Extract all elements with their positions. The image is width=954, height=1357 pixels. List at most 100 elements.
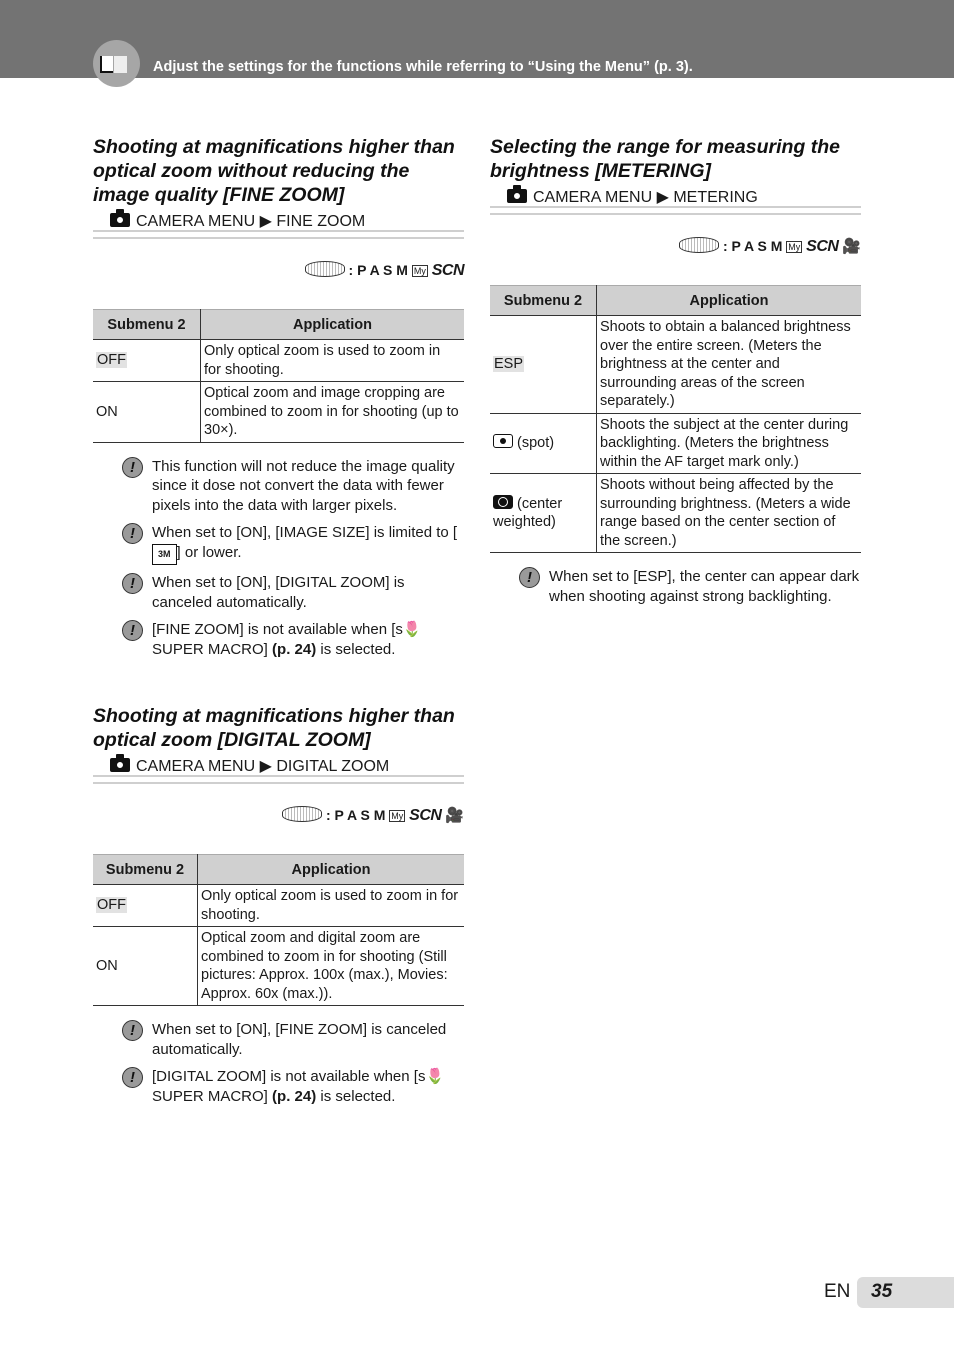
note-text: ] or lower. [176, 543, 242, 561]
divider [490, 206, 861, 215]
note-text: is selected. [320, 640, 396, 658]
arrow-right-icon: ▶ [656, 189, 669, 206]
caution-icon: ! [122, 1067, 143, 1088]
note-text: [FINE ZOOM] is not available when [ [152, 621, 396, 638]
table-row: OFF Only optical zoom is used to zoom in … [93, 884, 464, 927]
note-text: When set to [ON], [IMAGE SIZE] is limite… [152, 524, 458, 541]
scn-icon: SCN [409, 807, 442, 824]
note-item: ! When set to [ON], [IMAGE SIZE] is limit… [122, 523, 464, 565]
submenu-value: (spot) [517, 435, 555, 451]
path-menu: CAMERA MENU [136, 758, 256, 775]
menu-path: CAMERA MENU ▶ DIGITAL ZOOM [93, 754, 464, 784]
header-submenu: Submenu 2 [490, 285, 597, 316]
mode-letters: P A S M [334, 807, 386, 823]
camera-icon [507, 185, 527, 203]
section-title: Shooting at magnifications higher than o… [93, 705, 455, 751]
submenu-table: Submenu 2 Application OFF Only optical zoo… [93, 309, 464, 443]
note-text: When set to [ESP], the center can appear… [549, 568, 860, 605]
mode-availability: : P A S M My SCN [93, 261, 465, 285]
table-row: OFF Only optical zoom is used to zoom in … [93, 339, 464, 382]
application-value: Shoots without being affected by the sur… [596, 473, 861, 553]
scn-icon: SCN [806, 238, 839, 255]
path-item: METERING [673, 189, 758, 206]
table-row: ESP Shoots to obtain a balanced brightnes… [490, 315, 861, 414]
spot-metering-icon [493, 434, 513, 448]
section-title: Selecting the range for measuring the br… [490, 136, 840, 182]
page-ref: (p. 24) [272, 1087, 317, 1105]
movie-icon: 🎥 [842, 238, 861, 255]
header-submenu: Submenu 2 [93, 854, 198, 885]
mode-dial-icon [304, 261, 345, 277]
submenu-table: Submenu 2 Application ESP Shoots to obtain… [490, 285, 861, 553]
path-menu: CAMERA MENU [136, 213, 256, 230]
mode-availability: : P A S M My SCN 🎥 [93, 806, 464, 830]
fine-zoom-section: Shooting at magnifications higher than o… [93, 135, 465, 667]
note-item: ! [DIGITAL ZOOM] is not available when [s… [122, 1067, 464, 1106]
book-icon [93, 40, 140, 87]
mode-letters: P A S M [357, 262, 408, 278]
page-number-box: 35 [857, 1277, 954, 1308]
submenu-value: ON [93, 926, 198, 1006]
submenu-value: OFF [96, 897, 127, 914]
header-submenu: Submenu 2 [93, 309, 201, 340]
note-text: [DIGITAL ZOOM] is not available when [ [152, 1068, 418, 1085]
table-row: (spot) Shoots the subject at the center d… [490, 413, 861, 474]
application-value: Only optical zoom is used to zoom in for… [200, 339, 464, 382]
notes-list: ! This function will not reduce the image… [122, 456, 464, 660]
page-number: 35 [871, 1281, 893, 1302]
mode-availability: : P A S M My SCN 🎥 [490, 237, 861, 261]
header-application: Application [200, 309, 464, 340]
caution-icon: ! [122, 1020, 143, 1041]
divider [93, 230, 464, 239]
application-value: Only optical zoom is used to zoom in for… [197, 884, 464, 927]
camera-icon [110, 754, 130, 772]
center-weighted-icon [493, 494, 513, 509]
application-value: Shoots to obtain a balanced brightness o… [596, 315, 861, 414]
menu-path: CAMERA MENU ▶ FINE ZOOM [93, 209, 464, 239]
language-label: EN [824, 1281, 851, 1302]
path-menu: CAMERA MENU [533, 189, 653, 206]
table-row: ON Optical zoom and image cropping are co… [93, 381, 464, 443]
section-title: Shooting at magnifications higher than o… [93, 136, 455, 206]
arrow-right-icon: ▶ [259, 758, 272, 775]
camera-icon [110, 209, 130, 227]
scn-icon: SCN [431, 262, 465, 279]
note-item: ! When set to [ESP], the center can appea… [519, 567, 861, 606]
notes-list: ! When set to [ON], [FINE ZOOM] is cancel… [122, 1020, 464, 1106]
mode-separator: : [722, 238, 728, 254]
caution-icon: ! [122, 573, 143, 594]
header-application: Application [596, 285, 861, 316]
note-item: ! When set to [ON], [FINE ZOOM] is cancel… [122, 1020, 464, 1059]
application-value: Optical zoom and digital zoom are combin… [197, 926, 464, 1006]
note-text: This function will not reduce the image … [152, 457, 455, 514]
image-size-3m-icon: 3M [152, 543, 177, 565]
caution-icon: ! [122, 523, 143, 544]
path-item: FINE ZOOM [276, 213, 366, 230]
menu-path: CAMERA MENU ▶ METERING [490, 185, 861, 215]
digital-zoom-section: Shooting at magnifications higher than o… [93, 704, 464, 1114]
myset-icon: My [786, 241, 803, 253]
metering-section: Selecting the range for measuring the br… [490, 135, 861, 614]
myset-icon: My [389, 810, 406, 822]
note-item: ! [FINE ZOOM] is not available when [s🌷 S… [122, 620, 464, 659]
note-item: ! When set to [ON], [DIGITAL ZOOM] is can… [122, 573, 464, 612]
submenu-value: ESP [493, 356, 525, 372]
divider [93, 775, 464, 784]
mode-dial-icon [282, 806, 323, 822]
note-text: When set to [ON], [DIGITAL ZOOM] is canc… [152, 574, 405, 611]
submenu-value: ON [93, 381, 201, 443]
caution-icon: ! [122, 620, 143, 641]
page-ref: (p. 24) [272, 640, 317, 658]
path-item: DIGITAL ZOOM [276, 758, 390, 775]
notes-list: ! When set to [ESP], the center can appea… [519, 567, 861, 606]
mode-dial-icon [679, 237, 720, 253]
note-item: ! This function will not reduce the image… [122, 456, 464, 516]
myset-icon: My [411, 265, 428, 277]
header-application: Application [197, 854, 464, 885]
caution-icon: ! [519, 567, 540, 588]
application-value: Optical zoom and image cropping are comb… [200, 381, 464, 443]
mode-separator: : [325, 807, 331, 823]
mode-letters: P A S M [731, 238, 783, 254]
movie-icon: 🎥 [445, 807, 464, 824]
caution-icon: ! [122, 456, 143, 478]
